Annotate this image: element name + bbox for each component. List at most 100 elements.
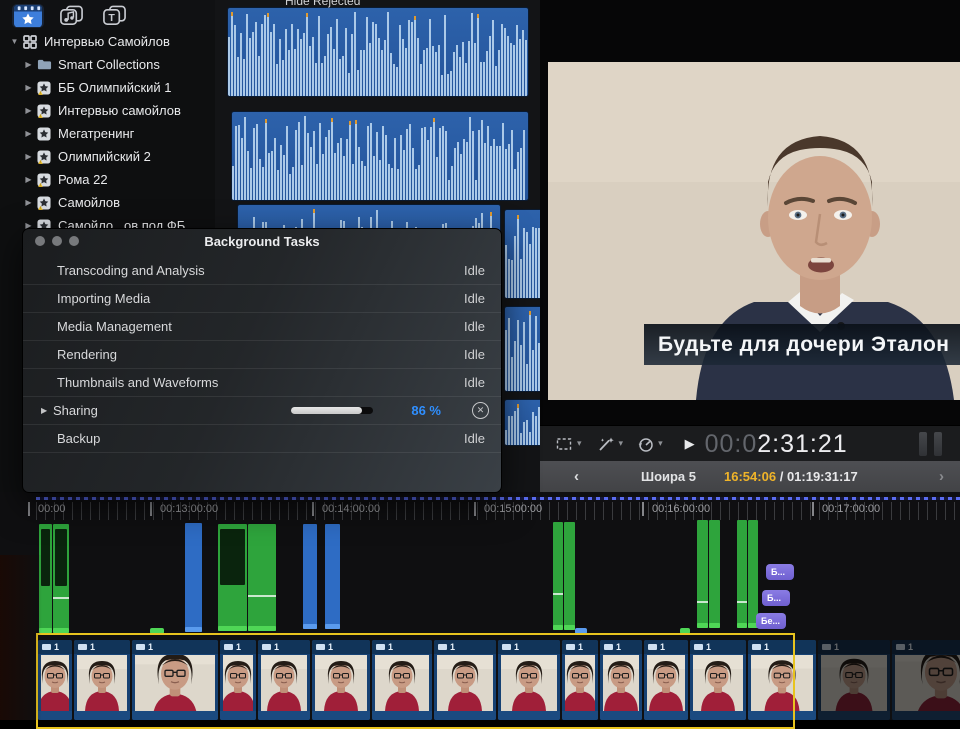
clip-video-inset <box>41 529 50 586</box>
multicam-filmstrip-clip[interactable]: 1 <box>690 640 746 720</box>
green-timeline-clip[interactable] <box>564 522 575 630</box>
filmstrip-clip-header: 1 <box>562 640 598 654</box>
green-timeline-clip[interactable] <box>248 524 276 631</box>
filmstrip-clip-footer <box>38 711 72 720</box>
clip-bottom-cap <box>218 626 247 631</box>
disclosure-triangle-icon[interactable]: ▶ <box>22 60 35 69</box>
multicam-filmstrip-clip[interactable]: 1 <box>132 640 218 720</box>
chevron-down-icon: ▾ <box>658 438 663 449</box>
multicam-filmstrip-clip[interactable]: 1 <box>258 640 310 720</box>
filmstrip-clip-header: 1 <box>690 640 746 654</box>
retime-icon[interactable]: ▾ <box>637 436 663 452</box>
green-timeline-clip[interactable] <box>218 524 247 631</box>
multicam-filmstrip-clip[interactable]: 1 <box>372 640 432 720</box>
connected-clip-marker[interactable] <box>680 628 690 634</box>
multicam-filmstrip-clip[interactable]: 1 <box>562 640 598 720</box>
sidebar-item[interactable]: ▼Интервью Самойлов <box>6 30 216 53</box>
multicam-filmstrip-clip[interactable]: 1 <box>38 640 72 720</box>
background-tasks-window[interactable]: Background Tasks Transcoding and Analysi… <box>22 228 502 493</box>
clip-thumbnail <box>41 655 69 711</box>
filmstrip-clip-header: 1 <box>892 640 960 654</box>
green-timeline-clip[interactable] <box>553 522 563 630</box>
sidebar-item[interactable]: ▶Smart Collections <box>6 53 216 76</box>
disclosure-triangle-icon[interactable]: ▼ <box>8 37 21 46</box>
ruler-major-tick <box>812 502 814 516</box>
disclosure-triangle-icon[interactable]: ▶ <box>41 406 47 415</box>
clip-bottom-cap <box>709 623 720 628</box>
background-tasks-titlebar[interactable]: Background Tasks <box>23 229 501 253</box>
disclosure-triangle-icon[interactable]: ▶ <box>22 83 35 92</box>
disclosure-triangle-icon[interactable]: ▶ <box>22 152 35 161</box>
crop-icon[interactable]: ▾ <box>554 436 582 452</box>
blue-timeline-clip[interactable] <box>303 524 317 629</box>
svg-text:!: ! <box>40 183 41 187</box>
filmstrip-clip-header: 1 <box>748 640 816 654</box>
clip-thumbnail <box>437 655 493 711</box>
disclosure-triangle-icon[interactable]: ▶ <box>22 198 35 207</box>
title-clip[interactable]: Б... <box>766 564 794 580</box>
disclosure-triangle-icon[interactable]: ▶ <box>22 129 35 138</box>
green-timeline-clip[interactable] <box>697 520 708 628</box>
multicam-filmstrip-clip[interactable]: 1 <box>498 640 560 720</box>
titles-generators-icon[interactable]: T <box>98 4 130 28</box>
task-progress-percent: 86 % <box>411 403 441 418</box>
sidebar-item[interactable]: ▶Мегатренинг <box>6 122 216 145</box>
play-button[interactable]: ▶ <box>685 436 695 452</box>
clip-thumbnail <box>821 655 887 711</box>
sidebar-item[interactable]: ▶!Интервью самойлов <box>6 99 216 122</box>
multicam-filmstrip-clip[interactable]: 1 <box>600 640 642 720</box>
sidebar-item[interactable]: ▶!Олимпийский 2 <box>6 145 216 168</box>
multicam-filmstrip-clip[interactable]: 1 <box>644 640 688 720</box>
connected-clip-marker[interactable] <box>575 628 587 634</box>
audio-clip-waveform[interactable] <box>505 210 542 298</box>
project-name[interactable]: Шоира 5 <box>641 469 696 484</box>
cancel-task-icon[interactable]: ✕ <box>472 402 489 419</box>
sidebar-item[interactable]: ▶! Рома 22 <box>6 168 216 191</box>
multicam-filmstrip-clip[interactable]: 1 <box>220 640 256 720</box>
enhance-wand-icon[interactable]: ▾ <box>596 436 624 452</box>
sidebar-item[interactable]: ▶!Самойлов <box>6 191 216 214</box>
connected-clip-marker[interactable] <box>150 628 164 634</box>
title-clip[interactable]: Б... <box>762 590 790 606</box>
multicam-filmstrip-clip[interactable]: 1 <box>434 640 496 720</box>
disclosure-triangle-icon[interactable]: ▶ <box>22 106 35 115</box>
camera-icon <box>566 644 575 650</box>
sidebar-item[interactable]: ▶!ББ Олимпийский 1 <box>6 76 216 99</box>
sidebar-item-label: Рома 22 <box>58 172 108 187</box>
window-traffic-lights[interactable] <box>35 236 79 246</box>
audio-clip-waveform[interactable] <box>505 400 542 445</box>
camera-icon <box>896 644 905 650</box>
blue-timeline-clip[interactable] <box>185 523 202 632</box>
blue-timeline-clip[interactable] <box>325 524 340 629</box>
green-timeline-clip[interactable] <box>709 520 720 628</box>
multicam-filmstrip-clip[interactable]: 1 <box>818 640 890 720</box>
clip-thumbnail <box>603 655 639 711</box>
viewer-pane: Будьте для дочери Эталон <box>540 0 960 425</box>
multicam-filmstrip-clip[interactable]: 1 <box>892 640 960 720</box>
photos-audio-icon[interactable] <box>55 4 87 28</box>
task-status: Idle <box>464 319 485 334</box>
audio-meters-icon[interactable] <box>919 432 942 456</box>
timeline-ruler[interactable]: 00:0000:13:00:0000:14:00:0000:15:00:0000… <box>36 502 960 520</box>
angle-number-label: 1 <box>388 642 393 652</box>
angle-number-label: 1 <box>90 642 95 652</box>
green-timeline-clip[interactable] <box>748 520 758 628</box>
camera-icon <box>822 644 831 650</box>
green-timeline-clip[interactable] <box>53 524 69 633</box>
green-timeline-clip[interactable] <box>737 520 747 628</box>
video-frame: Будьте для дочери Эталон <box>548 62 960 400</box>
audio-clip-waveform[interactable] <box>232 112 528 200</box>
multicam-filmstrip-clip[interactable]: 1 <box>748 640 816 720</box>
browser-filter-label[interactable]: Hide Rejected <box>285 0 360 8</box>
audio-clip-waveform[interactable] <box>505 307 542 391</box>
audio-clip-waveform[interactable] <box>228 8 528 96</box>
multicam-filmstrip-clip[interactable]: 1 <box>74 640 130 720</box>
disclosure-triangle-icon[interactable]: ▶ <box>22 175 35 184</box>
multicam-filmstrip-clip[interactable]: 1 <box>312 640 370 720</box>
previous-project-button[interactable]: ‹ <box>574 468 579 485</box>
title-clip[interactable]: Бе... <box>756 613 786 629</box>
filmstrip-clip-footer <box>372 711 432 720</box>
next-project-button[interactable]: › <box>939 468 944 485</box>
media-library-icon[interactable] <box>12 4 44 28</box>
ruler-timecode-label: 00:15:00:00 <box>484 503 542 515</box>
